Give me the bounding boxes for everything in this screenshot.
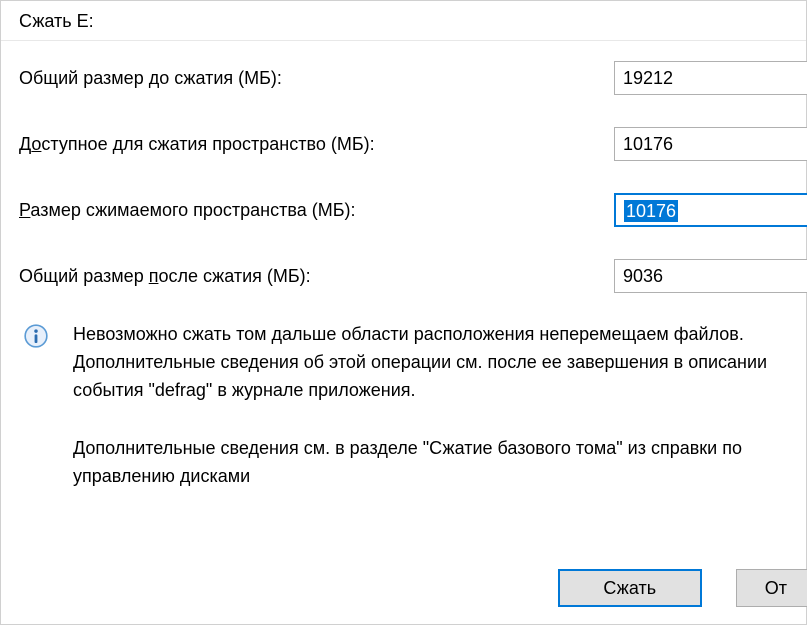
button-row: Сжать От (558, 569, 807, 607)
label-available: Доступное для сжатия пространство (МБ): (19, 134, 614, 155)
field-total-before: 19212 (614, 61, 807, 95)
field-available: 10176 (614, 127, 807, 161)
row-shrink-amount: Размер сжимаемого пространства (МБ): 101… (19, 193, 806, 227)
info-para-2: Дополнительные сведения см. в разделе "С… (73, 435, 806, 491)
row-available: Доступное для сжатия пространство (МБ): … (19, 127, 806, 161)
dialog-content: Общий размер до сжатия (МБ): 19212 Досту… (1, 41, 806, 520)
field-shrink-amount[interactable]: 10176 (614, 193, 807, 227)
row-total-before: Общий размер до сжатия (МБ): 19212 (19, 61, 806, 95)
label-shrink-amount: Размер сжимаемого пространства (МБ): (19, 200, 614, 221)
cancel-button[interactable]: От (736, 569, 807, 607)
shrink-volume-dialog: Сжать E: Общий размер до сжатия (МБ): 19… (0, 0, 807, 625)
info-block: Невозможно сжать том дальше области расп… (19, 321, 806, 520)
info-icon (23, 323, 49, 349)
field-total-after: 9036 (614, 259, 807, 293)
info-para-1: Невозможно сжать том дальше области расп… (73, 321, 806, 405)
dialog-title: Сжать E: (1, 1, 806, 41)
shrink-button[interactable]: Сжать (558, 569, 702, 607)
label-total-after: Общий размер после сжатия (МБ): (19, 266, 614, 287)
info-text: Невозможно сжать том дальше области расп… (73, 321, 806, 520)
label-total-before: Общий размер до сжатия (МБ): (19, 68, 614, 89)
row-total-after: Общий размер после сжатия (МБ): 9036 (19, 259, 806, 293)
